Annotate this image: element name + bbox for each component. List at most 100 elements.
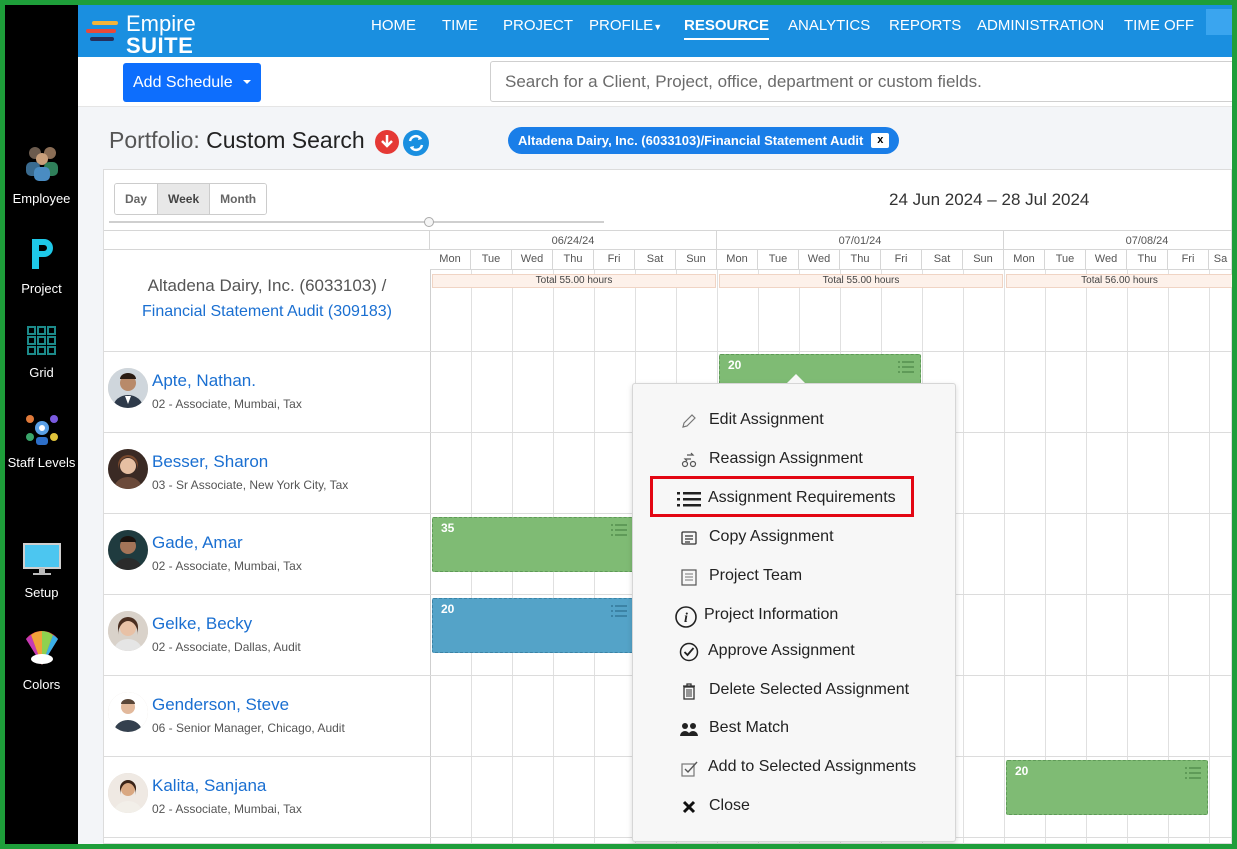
- day-header: Tue: [471, 250, 512, 270]
- nav-time-off[interactable]: TIME OFF: [1124, 17, 1194, 34]
- avatar: [108, 611, 148, 651]
- sidebar-item-project[interactable]: Project: [5, 235, 78, 298]
- list-icon[interactable]: [611, 605, 627, 617]
- assignment-hours: 20: [728, 358, 742, 372]
- assignment-block[interactable]: 20: [1006, 760, 1208, 815]
- day-header: Sat: [922, 250, 963, 270]
- color-palette-icon: [25, 631, 58, 665]
- toolbar: Add Schedule: [78, 57, 1235, 107]
- project-p-icon: [31, 239, 53, 269]
- assignment-hours: 20: [441, 602, 455, 616]
- trash-icon: [683, 683, 695, 700]
- sidebar-item-grid[interactable]: Grid: [5, 325, 78, 382]
- menu-item-copy-assignment[interactable]: Copy Assignment: [633, 522, 955, 552]
- day-header: Thu: [553, 250, 594, 270]
- nav-project[interactable]: PROJECT: [503, 17, 573, 34]
- menu-item-project-team[interactable]: Project Team: [633, 561, 955, 591]
- download-icon[interactable]: [374, 129, 400, 155]
- sidebar-label: Colors: [22, 677, 61, 692]
- refresh-icon[interactable]: [402, 129, 430, 157]
- nav-analytics[interactable]: ANALYTICS: [788, 17, 870, 34]
- nav-reports[interactable]: REPORTS: [889, 17, 961, 34]
- day-header: Sat: [635, 250, 676, 270]
- context-menu-arrow: [787, 374, 805, 383]
- left-sidebar: Employee Project Grid Staff Levels Setup…: [5, 5, 78, 844]
- assignment-block[interactable]: 35: [432, 517, 634, 572]
- menu-item-label: Copy Assignment: [709, 528, 834, 545]
- monitor-icon: [22, 543, 61, 575]
- nav-administration[interactable]: ADMINISTRATION: [977, 17, 1104, 34]
- employee-row: Kalita, Sanjana 02 - Associate, Mumbai, …: [104, 756, 430, 837]
- pencil-icon: [682, 414, 696, 428]
- caret-down-icon[interactable]: [243, 80, 251, 84]
- day-header: Tue: [1045, 250, 1086, 270]
- day-header: Tue: [758, 250, 799, 270]
- sidebar-label: Grid: [29, 365, 54, 380]
- staff-levels-icon: [25, 415, 58, 445]
- employee-row: Apte, Nathan. 02 - Associate, Mumbai, Ta…: [104, 351, 430, 432]
- view-day-button[interactable]: Day: [115, 184, 159, 214]
- sidebar-item-staff-levels[interactable]: Staff Levels: [5, 413, 78, 472]
- day-header: Sun: [676, 250, 717, 270]
- list-icon[interactable]: [1185, 767, 1201, 779]
- project-client: Altadena Dairy, Inc. (6033103) /: [147, 276, 387, 295]
- menu-item-approve-assignment[interactable]: Approve Assignment: [633, 636, 955, 666]
- menu-item-close[interactable]: Close: [633, 791, 955, 821]
- sidebar-item-employee[interactable]: Employee: [5, 143, 78, 208]
- list-icon[interactable]: [898, 361, 914, 373]
- portfolio-title: Portfolio: Custom Search: [109, 127, 365, 154]
- sidebar-item-setup[interactable]: Setup: [5, 543, 78, 602]
- info-icon: i: [675, 606, 697, 628]
- day-header: Mon: [717, 250, 758, 270]
- menu-item-reassign-assignment[interactable]: Reassign Assignment: [633, 444, 955, 474]
- nav-home[interactable]: HOME: [371, 17, 416, 34]
- employee-name[interactable]: Apte, Nathan.: [152, 371, 256, 391]
- employee-details: 03 - Sr Associate, New York City, Tax: [152, 478, 349, 492]
- employee-name[interactable]: Genderson, Steve: [152, 695, 289, 715]
- menu-item-best-match[interactable]: Best Match: [633, 713, 955, 743]
- employee-details: 02 - Associate, Mumbai, Tax: [152, 397, 302, 411]
- view-month-button[interactable]: Month: [210, 184, 267, 214]
- employee-details: 02 - Associate, Dallas, Audit: [152, 640, 301, 654]
- top-nav-bar: Empire SUITE HOME TIME PROJECT PROFILE▼ …: [78, 5, 1232, 58]
- day-header: Fri: [594, 250, 635, 270]
- employee-name[interactable]: Gade, Amar: [152, 533, 243, 553]
- employee-name[interactable]: Kalita, Sanjana: [152, 776, 266, 796]
- filter-pill[interactable]: Altadena Dairy, Inc. (6033103)/Financial…: [508, 127, 900, 154]
- week-total: Total 56.00 hours: [1006, 274, 1233, 288]
- menu-item-add-to-selected-assignments[interactable]: Add to Selected Assignments: [633, 752, 955, 782]
- employee-name[interactable]: Besser, Sharon: [152, 452, 268, 472]
- project-link[interactable]: Financial Statement Audit (309183): [104, 303, 430, 321]
- menu-item-delete-selected-assignment[interactable]: Delete Selected Assignment: [633, 675, 955, 705]
- menu-item-edit-assignment[interactable]: Edit Assignment: [633, 405, 955, 435]
- menu-item-project-information[interactable]: i Project Information: [633, 600, 955, 630]
- employee-details: 06 - Senior Manager, Chicago, Audit: [152, 721, 345, 735]
- nav-time[interactable]: TIME: [442, 17, 478, 34]
- zoom-slider-track[interactable]: [109, 221, 604, 223]
- assignment-block[interactable]: 20: [432, 598, 634, 653]
- day-header: Fri: [881, 250, 922, 270]
- menu-item-label: Delete Selected Assignment: [709, 681, 910, 698]
- list-icon[interactable]: [611, 524, 627, 536]
- avatar: [108, 773, 148, 813]
- day-header: Wed: [1086, 250, 1127, 270]
- menu-item-assignment-requirements[interactable]: Assignment Requirements: [633, 483, 955, 513]
- close-icon: [682, 800, 696, 814]
- grid-line: [1004, 270, 1005, 845]
- sidebar-item-colors[interactable]: Colors: [5, 629, 78, 694]
- nav-profile[interactable]: PROFILE▼: [589, 17, 662, 34]
- nav-user-button[interactable]: [1206, 9, 1232, 35]
- search-input[interactable]: [490, 61, 1235, 102]
- day-header: Mon: [430, 250, 471, 270]
- add-schedule-button[interactable]: Add Schedule: [123, 63, 261, 102]
- week-total: Total 55.00 hours: [432, 274, 716, 288]
- view-week-button[interactable]: Week: [158, 184, 211, 214]
- nav-resource[interactable]: RESOURCE: [684, 17, 770, 40]
- add-schedule-label: Add Schedule: [133, 73, 233, 91]
- zoom-slider-handle[interactable]: [424, 217, 434, 227]
- empire-suite-logo[interactable]: Empire SUITE: [86, 9, 216, 58]
- avatar: [108, 449, 148, 489]
- employee-name[interactable]: Gelke, Becky: [152, 614, 252, 634]
- filter-pill-close-button[interactable]: x: [871, 133, 890, 148]
- day-header: Sun: [963, 250, 1004, 270]
